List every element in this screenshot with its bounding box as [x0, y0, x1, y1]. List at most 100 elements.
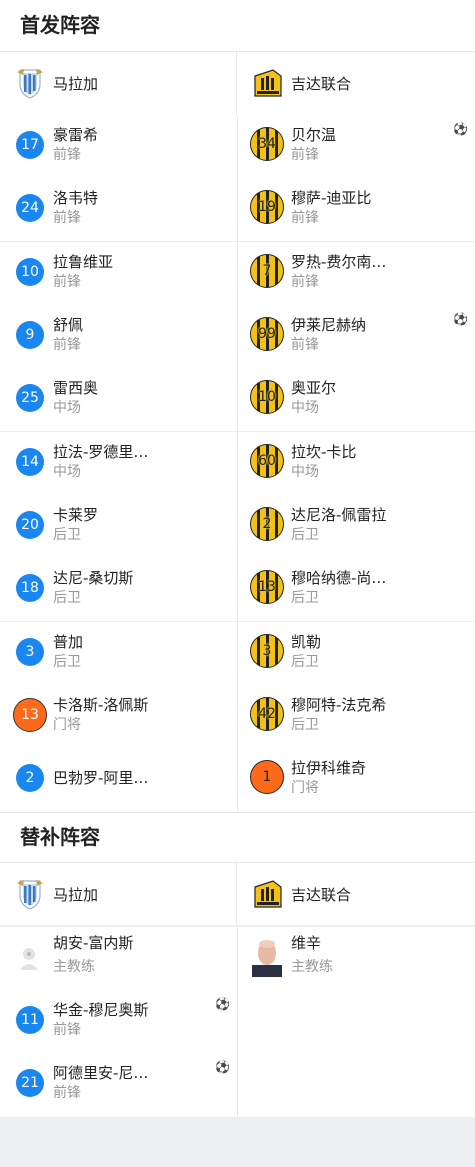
- home-coach-row[interactable]: 胡安-富内斯 主教练: [0, 927, 237, 990]
- away-player-row[interactable]: 19 穆萨-迪亚比 前锋: [238, 178, 475, 241]
- ittihad-logo-icon: [254, 69, 282, 97]
- away-player-row[interactable]: 42 穆阿特-法克希 后卫: [238, 685, 475, 748]
- away-team-name: 吉达联合: [291, 886, 352, 904]
- striped-jersey-icon: 2: [250, 507, 284, 541]
- shirt-number-badge: 17: [16, 131, 44, 159]
- home-player-row[interactable]: 18 达尼-桑切斯 后卫: [0, 558, 237, 621]
- player-position: 前锋: [291, 147, 319, 163]
- away-team-header[interactable]: 吉达联合: [238, 863, 475, 925]
- player-name: 豪雷希: [53, 126, 99, 144]
- away-player-row[interactable]: 10 奥亚尔 中场: [238, 368, 475, 431]
- away-coach-row[interactable]: 维辛 主教练: [238, 927, 475, 990]
- player-position: 中场: [53, 400, 81, 416]
- coach-role: 主教练: [291, 959, 333, 975]
- player-position: 后卫: [53, 590, 81, 606]
- away-player-row[interactable]: 3 凯勒 后卫: [238, 622, 475, 685]
- starting-lineup-title: 首发阵容: [20, 13, 100, 37]
- away-player-row[interactable]: 34 贝尔温 前锋 ⚽: [238, 115, 475, 178]
- player-position: 前锋: [291, 274, 319, 290]
- away-player-row[interactable]: 2 达尼洛-佩雷拉 后卫: [238, 495, 475, 558]
- player-name: 普加: [53, 633, 84, 651]
- shirt-number-badge: 2: [16, 764, 44, 792]
- shirt-number: 99: [258, 326, 276, 342]
- player-name: 达尼洛-佩雷拉: [291, 506, 387, 524]
- shirt-number-badge: 21: [16, 1069, 44, 1097]
- player-position: 后卫: [291, 654, 319, 670]
- striped-jersey-icon: 3: [250, 634, 284, 668]
- shirt-number: 7: [262, 263, 272, 279]
- shirt-number-badge: 20: [16, 511, 44, 539]
- away-player-row[interactable]: 60 拉坎-卡比 中场: [238, 432, 475, 495]
- home-sub-row[interactable]: 11 华金-穆尼奥斯 前锋 ⚽: [0, 990, 237, 1053]
- striped-jersey-icon: 7: [250, 254, 284, 288]
- player-name: 舒佩: [53, 316, 84, 334]
- home-player-row[interactable]: 3 普加 后卫: [0, 622, 237, 685]
- home-goalkeeper-row[interactable]: 13 卡洛斯-洛佩斯 门将: [0, 685, 237, 748]
- home-team-header[interactable]: 马拉加: [0, 863, 237, 925]
- starting-lineup-header: 首发阵容: [0, 0, 475, 52]
- shirt-number-badge: 9: [16, 321, 44, 349]
- player-name: 奥亚尔: [291, 379, 337, 397]
- goal-ball-icon: ⚽: [453, 312, 468, 326]
- shirt-number-badge: 14: [16, 448, 44, 476]
- away-player-row[interactable]: 99 伊莱尼赫纳 前锋 ⚽: [238, 305, 475, 368]
- home-player-row[interactable]: 25 雷西奥 中场: [0, 368, 237, 431]
- coach-name: 维辛: [291, 934, 322, 952]
- coach-name: 胡安-富内斯: [53, 934, 134, 952]
- player-name: 拉鲁维亚: [53, 253, 114, 271]
- away-player-row[interactable]: 7 罗热-费尔南… 前锋: [238, 242, 475, 305]
- shirt-number-badge: 11: [16, 1006, 44, 1034]
- away-player-row[interactable]: 13 穆哈纳德-尚… 后卫: [238, 558, 475, 621]
- player-position: 后卫: [291, 527, 319, 543]
- home-player-row[interactable]: 20 卡莱罗 后卫: [0, 495, 237, 558]
- striped-jersey-icon: 10: [250, 380, 284, 414]
- player-name: 伊莱尼赫纳: [291, 316, 367, 334]
- player-position: 前锋: [53, 1022, 81, 1038]
- player-name: 罗热-费尔南…: [291, 253, 387, 271]
- ittihad-logo-icon: [254, 880, 282, 908]
- away-goalkeeper-row[interactable]: 1 拉伊科维奇 门将: [238, 748, 475, 811]
- striped-jersey-icon: 99: [250, 317, 284, 351]
- player-name: 贝尔温: [291, 126, 337, 144]
- shirt-number: 60: [258, 453, 276, 469]
- home-player-row[interactable]: 2 巴勃罗-阿里…: [0, 748, 237, 811]
- home-player-row[interactable]: 14 拉法-罗德里… 中场: [0, 432, 237, 495]
- shirt-number: 3: [262, 643, 272, 659]
- player-position: 前锋: [53, 337, 81, 353]
- subs-team-row: 马拉加 吉达联合: [0, 863, 475, 926]
- shirt-number-badge: 10: [16, 258, 44, 286]
- player-name: 凯勒: [291, 633, 322, 651]
- goal-ball-icon: ⚽: [215, 997, 230, 1011]
- home-player-row[interactable]: 9 舒佩 前锋: [0, 305, 237, 368]
- player-position: 前锋: [291, 210, 319, 226]
- shirt-number: 34: [258, 136, 276, 152]
- home-player-row[interactable]: 10 拉鲁维亚 前锋: [0, 242, 237, 305]
- player-name: 华金-穆尼奥斯: [53, 1001, 149, 1019]
- home-player-row[interactable]: 24 洛韦特 前锋: [0, 178, 237, 241]
- goal-ball-icon: ⚽: [453, 122, 468, 136]
- shirt-number-badge: 18: [16, 574, 44, 602]
- coach-placeholder-icon: [20, 948, 38, 970]
- player-position: 后卫: [53, 654, 81, 670]
- striped-jersey-icon: 13: [250, 570, 284, 604]
- player-name: 穆萨-迪亚比: [291, 189, 372, 207]
- striped-jersey-icon: 19: [250, 190, 284, 224]
- keeper-jersey-icon: 1: [250, 760, 284, 794]
- player-name: 穆哈纳德-尚…: [291, 569, 387, 587]
- player-position: 后卫: [53, 527, 81, 543]
- malaga-logo-icon: [17, 69, 43, 99]
- shirt-number: 42: [258, 706, 276, 722]
- shirt-number-badge: 25: [16, 384, 44, 412]
- coach-role: 主教练: [53, 959, 95, 975]
- player-position: 后卫: [291, 590, 319, 606]
- player-name: 达尼-桑切斯: [53, 569, 134, 587]
- home-sub-row[interactable]: 21 阿德里安-尼… 前锋 ⚽: [0, 1053, 237, 1116]
- shirt-number: 1: [262, 769, 272, 785]
- shirt-number-badge: 24: [16, 194, 44, 222]
- away-team-header[interactable]: 吉达联合: [238, 52, 475, 115]
- player-name: 巴勃罗-阿里…: [53, 769, 149, 787]
- home-team-header[interactable]: 马拉加: [0, 52, 237, 115]
- shirt-number-badge: 3: [16, 638, 44, 666]
- home-player-row[interactable]: 17 豪雷希 前锋: [0, 115, 237, 178]
- substitutes-title: 替补阵容: [20, 825, 100, 849]
